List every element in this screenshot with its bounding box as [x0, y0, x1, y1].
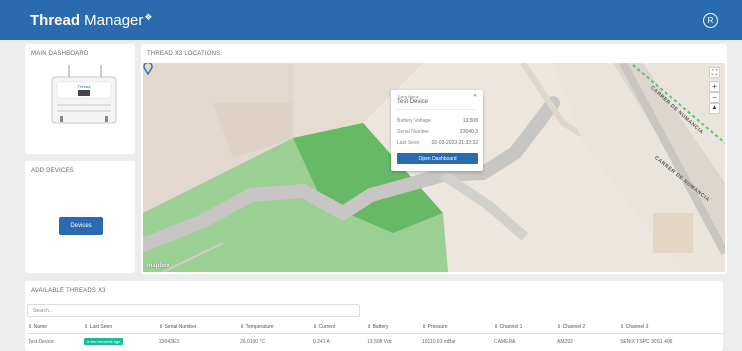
mapbox-logo[interactable]: mapbox — [147, 263, 170, 269]
column-header-temperature[interactable]: ⇕ Temperature — [240, 324, 274, 330]
cell-battery: 13.508 Vdc — [367, 339, 393, 345]
popup-row-label: Serial Number — [397, 129, 429, 135]
zoom-out-icon[interactable]: − — [709, 92, 720, 103]
column-header-serial[interactable]: ⇕ Serial Number — [159, 324, 197, 330]
popup-row-value: 23040.3 — [459, 129, 478, 135]
column-header-current[interactable]: ⇕ Current — [313, 324, 335, 330]
map-marker-icon[interactable] — [143, 63, 153, 75]
search-input[interactable] — [27, 304, 360, 317]
open-dashboard-button[interactable]: Open Dashboard — [397, 153, 478, 164]
main-dashboard-card: MAIN DASHBOARD Thread — [25, 44, 135, 154]
device-popup: Thing Name ✕ Test Device Battery Voltage… — [391, 90, 483, 171]
thread-device-image[interactable]: Thread — [51, 64, 117, 128]
brand-badge-icon: ❖ — [144, 12, 153, 22]
popup-row-label: Battery Voltage — [397, 118, 431, 124]
cell-channel-3: SENIX TSPC 30S1 406 — [620, 339, 673, 345]
card-title: THREAD X3 LOCATIONS — [147, 51, 221, 57]
locations-map[interactable]: CARRER DE NUMANCIA CARRER DE NUMANCIA ⛶ … — [143, 63, 725, 272]
card-title: AVAILABLE THREADS X3 — [31, 288, 106, 294]
cell-current: 0.241 A — [313, 339, 330, 345]
card-title: ADD DEVICES — [31, 168, 74, 174]
divider — [27, 333, 723, 334]
cell-pressure: 10110.63 mBar — [422, 339, 456, 345]
cell-serial: 23043E3 — [159, 339, 180, 345]
popup-row-label: Last Seen — [397, 140, 420, 146]
popup-row-value: 02-03-2023 21:32:32 — [431, 140, 478, 146]
add-devices-card: ADD DEVICES Devices — [25, 161, 135, 273]
user-avatar[interactable]: R — [703, 13, 718, 28]
app-header: Thread Manager❖ R — [0, 0, 742, 40]
cell-channel-2: AM293 — [557, 339, 573, 345]
svg-text:Thread: Thread — [78, 84, 91, 89]
column-header-battery[interactable]: ⇕ Battery — [367, 324, 388, 330]
column-header-last-seen[interactable]: ⇕ Last Seen — [84, 324, 112, 330]
close-icon[interactable]: ✕ — [473, 93, 477, 99]
column-header-channel-3[interactable]: ⇕ Channel 3 — [620, 324, 648, 330]
column-header-channel-1[interactable]: ⇕ Channel 1 — [494, 324, 522, 330]
cell-channel-1: CAMERA — [494, 339, 516, 345]
compass-icon[interactable]: ▲ — [709, 103, 720, 114]
fullscreen-icon[interactable]: ⛶ — [709, 67, 720, 78]
column-header-name[interactable]: ⇕ Name — [28, 324, 47, 330]
column-header-pressure[interactable]: ⇕ Pressure — [422, 324, 448, 330]
cell-temperature: 26.0100 °C — [240, 339, 266, 345]
zoom-in-icon[interactable]: + — [709, 81, 720, 92]
divider — [397, 109, 477, 110]
app-logo[interactable]: Thread Manager❖ — [30, 12, 152, 29]
card-title: MAIN DASHBOARD — [31, 51, 89, 57]
cell-name[interactable]: Test Device — [28, 339, 54, 345]
popup-device-name: Test Device — [397, 99, 429, 105]
column-header-channel-2[interactable]: ⇕ Channel 2 — [557, 324, 585, 330]
devices-button[interactable]: Devices — [59, 217, 103, 235]
status-badge: a few seconds ago — [84, 338, 124, 345]
popup-row-value: 13.508 — [462, 118, 478, 124]
